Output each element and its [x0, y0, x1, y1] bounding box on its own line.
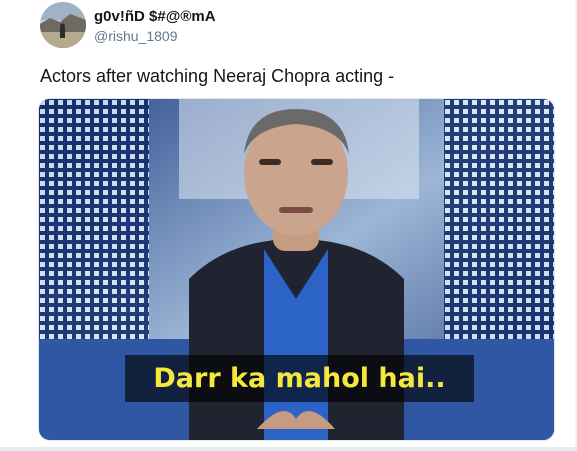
tweet-card[interactable]: g0v!ñD $#@®mA @rishu_1809 Actors after w… — [20, 0, 577, 451]
avatar[interactable] — [40, 2, 86, 48]
user-handle[interactable]: @rishu_1809 — [94, 28, 178, 44]
meme-caption-box: Darr ka mahol hai.. — [125, 355, 474, 402]
display-name[interactable]: g0v!ñD $#@®mA — [94, 8, 216, 25]
tweet-text: Actors after watching Neeraj Chopra acti… — [40, 66, 395, 86]
tweet-media-image[interactable]: Darr ka mahol hai.. — [38, 98, 555, 441]
bottom-divider — [0, 447, 577, 451]
meme-caption: Darr ka mahol hai.. — [153, 363, 446, 394]
avatar-image — [40, 2, 86, 48]
